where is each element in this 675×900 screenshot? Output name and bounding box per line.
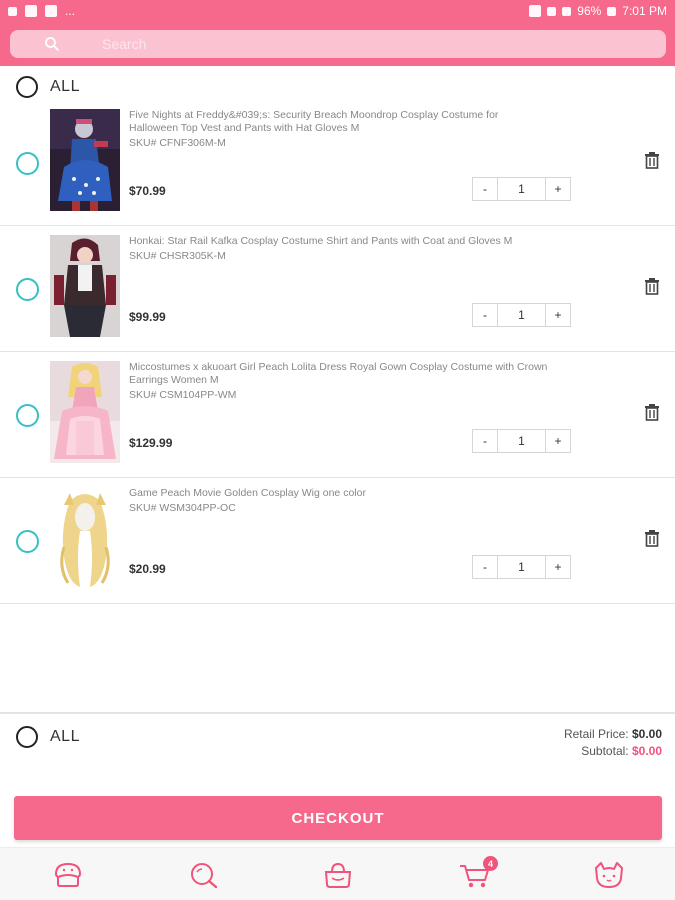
product-price: $129.99: [129, 436, 173, 450]
notification-icon: [8, 6, 17, 16]
select-all-bottom-row[interactable]: ALL: [16, 726, 80, 748]
subtotal-line: Subtotal: $0.00: [564, 743, 662, 760]
clock: 7:01 PM: [622, 4, 667, 18]
more-notifications: ...: [65, 4, 76, 18]
status-right: 96% 7:01 PM: [529, 4, 667, 18]
product-title[interactable]: Game Peach Movie Golden Cosplay Wig one …: [129, 487, 549, 500]
product-sku: SKU# CSM104PP-WM: [129, 389, 237, 401]
decrease-button[interactable]: -: [473, 304, 498, 326]
checkout-button[interactable]: CHECKOUT: [14, 796, 662, 840]
cart-item: Miccostumes x akuoart Girl Peach Lolita …: [0, 352, 675, 478]
search-icon: [45, 37, 59, 51]
quantity-value[interactable]: 1: [498, 304, 545, 326]
cart-count-badge: 4: [483, 856, 498, 871]
battery-level: 96%: [577, 4, 602, 18]
product-sku: SKU# CFNF306M-M: [129, 137, 226, 149]
product-title-block[interactable]: Miccostumes x akuoart Girl Peach Lolita …: [129, 361, 549, 402]
quantity-stepper: - 1 +: [472, 303, 571, 327]
quantity-stepper: - 1 +: [472, 429, 571, 453]
flipboard-icon: [45, 5, 57, 17]
decrease-button[interactable]: -: [473, 178, 498, 200]
subtotal-value: $0.00: [631, 744, 662, 758]
bluetooth-icon: [547, 6, 557, 16]
retail-price-line: Retail Price: $0.00: [564, 726, 662, 743]
status-bar: ... 96% 7:01 PM: [0, 0, 675, 24]
product-title[interactable]: Honkai: Star Rail Kafka Cosplay Costume …: [129, 235, 549, 248]
cast-icon: [529, 5, 542, 17]
item-select-radio[interactable]: [16, 152, 39, 175]
bottom-nav: 4: [0, 847, 675, 900]
cart-item: Five Nights at Freddy&#039;s: Security B…: [0, 100, 675, 226]
product-image[interactable]: [50, 109, 120, 211]
select-all-row[interactable]: ALL: [16, 76, 80, 98]
item-select-radio[interactable]: [16, 404, 39, 427]
cart-item: Honkai: Star Rail Kafka Cosplay Costume …: [0, 226, 675, 352]
product-title-block[interactable]: Game Peach Movie Golden Cosplay Wig one …: [129, 487, 549, 515]
select-all-bottom-radio[interactable]: [16, 726, 38, 748]
select-all-label: ALL: [50, 78, 80, 95]
increase-button[interactable]: +: [545, 304, 570, 326]
search-input[interactable]: Search: [102, 36, 146, 52]
decrease-button[interactable]: -: [473, 430, 498, 452]
increase-button[interactable]: +: [545, 178, 570, 200]
retail-price-value: $0.00: [631, 727, 662, 741]
totals: Retail Price: $0.00 Subtotal: $0.00: [564, 726, 662, 760]
product-image[interactable]: [50, 235, 120, 337]
product-sku: SKU# CHSR305K-M: [129, 250, 226, 262]
product-image[interactable]: [50, 361, 120, 463]
product-title-block[interactable]: Honkai: Star Rail Kafka Cosplay Costume …: [129, 235, 549, 263]
summary-divider: [0, 712, 675, 714]
battery-icon: [607, 6, 617, 16]
app-header: ... 96% 7:01 PM Search: [0, 0, 675, 66]
quantity-value[interactable]: 1: [498, 430, 545, 452]
bag-icon[interactable]: [321, 860, 355, 890]
cat-profile-icon[interactable]: [592, 860, 626, 890]
quantity-stepper: - 1 +: [472, 555, 571, 579]
select-all-radio[interactable]: [16, 76, 38, 98]
mail-icon: [25, 5, 37, 17]
status-left: ...: [8, 4, 75, 18]
search-bar[interactable]: Search: [10, 30, 666, 58]
search-nav-icon[interactable]: [187, 860, 221, 890]
quantity-stepper: - 1 +: [472, 177, 571, 201]
product-image[interactable]: [50, 487, 120, 589]
trash-icon[interactable]: [642, 402, 662, 422]
trash-icon[interactable]: [642, 528, 662, 548]
increase-button[interactable]: +: [545, 556, 570, 578]
product-title[interactable]: Five Nights at Freddy&#039;s: Security B…: [129, 109, 549, 135]
product-sku: SKU# WSM304PP-OC: [129, 502, 236, 514]
retail-price-label: Retail Price:: [563, 727, 629, 741]
wifi-icon: [562, 6, 572, 16]
item-select-radio[interactable]: [16, 530, 39, 553]
quantity-value[interactable]: 1: [498, 556, 545, 578]
decrease-button[interactable]: -: [473, 556, 498, 578]
product-title[interactable]: Miccostumes x akuoart Girl Peach Lolita …: [129, 361, 549, 387]
quantity-value[interactable]: 1: [498, 178, 545, 200]
increase-button[interactable]: +: [545, 430, 570, 452]
cart-item: Game Peach Movie Golden Cosplay Wig one …: [0, 478, 675, 604]
product-price: $20.99: [129, 562, 166, 576]
subtotal-label: Subtotal:: [581, 744, 629, 758]
product-price: $99.99: [129, 310, 166, 324]
product-price: $70.99: [129, 184, 166, 198]
product-title-block[interactable]: Five Nights at Freddy&#039;s: Security B…: [129, 109, 549, 150]
home-icon[interactable]: [51, 860, 85, 890]
trash-icon[interactable]: [642, 150, 662, 170]
select-all-bottom-label: ALL: [50, 728, 80, 745]
trash-icon[interactable]: [642, 276, 662, 296]
item-select-radio[interactable]: [16, 278, 39, 301]
